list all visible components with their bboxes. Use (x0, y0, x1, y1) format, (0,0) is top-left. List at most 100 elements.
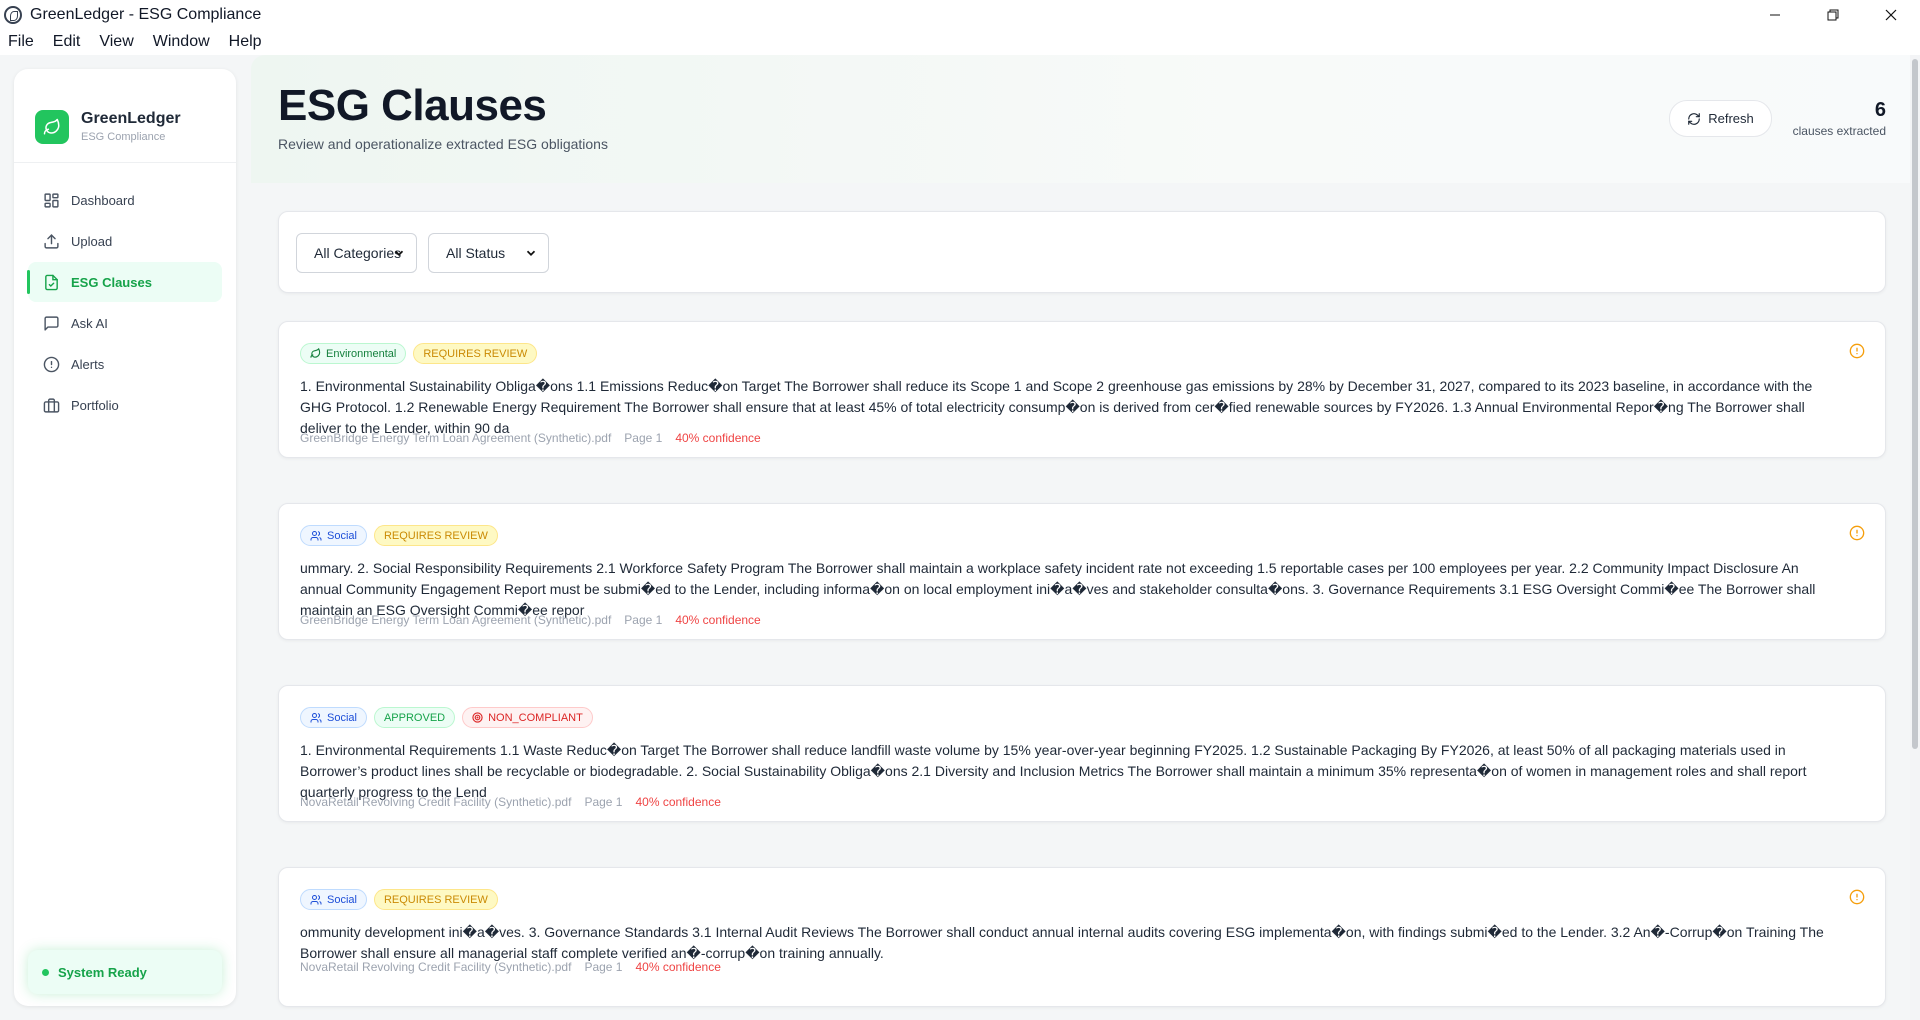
clause-card[interactable]: Social REQUIRES REVIEW ommunity developm… (278, 867, 1886, 1007)
category-label: Environmental (326, 347, 397, 360)
alert-circle-icon[interactable] (1849, 525, 1865, 541)
clause-count-value: 6 (1874, 99, 1886, 121)
review-status-badge: REQUIRES REVIEW (373, 889, 498, 910)
confidence-score: 40% confidence (635, 795, 721, 809)
menu-window[interactable]: Window (153, 33, 210, 51)
category-badge: Social (300, 889, 367, 910)
sidebar-item-label: Dashboard (71, 192, 135, 208)
system-status-label: System Ready (58, 964, 147, 980)
sidebar-item-ask-ai[interactable]: Ask AI (28, 303, 222, 343)
menu-edit[interactable]: Edit (53, 33, 81, 51)
page-header: ESG Clauses Review and operationalize ex… (251, 55, 1920, 183)
clause-card[interactable]: Social REQUIRES REVIEW ummary. 2. Social… (278, 503, 1886, 640)
restore-icon (1827, 9, 1839, 20)
chat-icon (44, 315, 59, 331)
app-icon (4, 5, 22, 24)
upload-icon (44, 233, 59, 249)
category-badge: Environmental (300, 343, 407, 364)
window-titlebar: GreenLedger - ESG Compliance (0, 0, 1920, 29)
leaf-icon (310, 348, 321, 358)
sidebar-item-dashboard[interactable]: Dashboard (28, 180, 222, 220)
confidence-score: 40% confidence (635, 960, 721, 974)
compliance-badge: NON_COMPLIANT (462, 707, 593, 728)
page-subtitle: Review and operationalize extracted ESG … (278, 136, 608, 152)
sidebar-item-label: Ask AI (71, 315, 108, 331)
confidence-score: 40% confidence (675, 431, 761, 445)
sidebar-item-upload[interactable]: Upload (28, 221, 222, 261)
status-filter-value: All Status (446, 245, 506, 261)
clause-text: ommunity development ini�a�ves. 3. Gover… (300, 924, 1824, 961)
grid-icon (44, 192, 59, 208)
sidebar: GreenLedger ESG Compliance Dashboard Upl… (14, 69, 236, 1006)
window-controls (1746, 0, 1920, 29)
minimize-button[interactable] (1746, 0, 1804, 29)
users-icon (310, 894, 322, 904)
clause-meta: GreenBridge Energy Term Loan Agreement (… (300, 431, 774, 445)
target-icon (472, 712, 483, 723)
sidebar-item-portfolio[interactable]: Portfolio (28, 385, 222, 425)
page-number: Page 1 (624, 613, 663, 627)
clause-count-label: clauses extracted (1792, 124, 1886, 138)
category-label: Social (327, 529, 357, 542)
category-label: Social (327, 711, 357, 724)
alert-circle-icon (43, 356, 60, 372)
alert-circle-icon[interactable] (1849, 343, 1865, 359)
page-number: Page 1 (624, 431, 663, 445)
category-badge: Social (300, 707, 367, 728)
sidebar-item-label: Portfolio (71, 397, 119, 413)
brand-name: GreenLedger (81, 110, 181, 127)
page-number: Page 1 (584, 795, 623, 809)
sidebar-item-label: ESG Clauses (71, 274, 152, 290)
menu-view[interactable]: View (99, 33, 133, 51)
close-icon (1885, 9, 1897, 20)
category-filter-value: All Categories (314, 245, 402, 261)
page-number: Page 1 (584, 960, 623, 974)
refresh-button[interactable]: Refresh (1669, 100, 1772, 137)
menu-bar: File Edit View Window Help (0, 29, 1920, 55)
category-label: Social (327, 893, 357, 906)
brand-subtitle: ESG Compliance (81, 131, 166, 143)
alert-circle-icon[interactable] (1849, 889, 1865, 905)
source-document: NovaRetail Revolving Credit Facility (Sy… (300, 795, 572, 809)
page-title: ESG Clauses (278, 81, 547, 130)
confidence-score: 40% confidence (675, 613, 761, 627)
status-filter-select[interactable]: All Status (428, 233, 549, 273)
source-document: GreenBridge Energy Term Loan Agreement (… (300, 613, 612, 627)
sidebar-item-label: Alerts (71, 356, 105, 372)
briefcase-icon (43, 397, 60, 413)
leaf-logo-icon (35, 109, 69, 144)
clause-meta: NovaRetail Revolving Credit Facility (Sy… (300, 795, 734, 809)
system-status: System Ready (28, 950, 222, 994)
users-icon (310, 712, 322, 722)
main-content: ESG Clauses Review and operationalize ex… (251, 55, 1920, 1020)
source-document: GreenBridge Energy Term Loan Agreement (… (300, 431, 612, 445)
clause-text: 1. Environmental Requirements 1.1 Waste … (300, 742, 1807, 800)
menu-file[interactable]: File (8, 33, 34, 51)
clause-card[interactable]: Environmental REQUIRES REVIEW 1. Environ… (278, 321, 1886, 458)
sidebar-item-esg-clauses[interactable]: ESG Clauses (27, 262, 222, 302)
brand: GreenLedger ESG Compliance (14, 69, 236, 163)
sidebar-nav: Dashboard Upload ESG Clauses Ask AI Aler… (14, 163, 236, 425)
window-title: GreenLedger - ESG Compliance (30, 5, 262, 23)
refresh-label: Refresh (1708, 111, 1754, 126)
restore-button[interactable] (1804, 0, 1862, 29)
clause-meta: GreenBridge Energy Term Loan Agreement (… (300, 613, 774, 627)
menu-help[interactable]: Help (229, 33, 262, 51)
scrollbar[interactable] (1910, 55, 1920, 1020)
compliance-label: NON_COMPLIANT (488, 711, 583, 724)
close-button[interactable] (1862, 0, 1920, 29)
review-status-badge: REQUIRES REVIEW (413, 343, 538, 364)
document-icon (45, 274, 58, 290)
minimize-icon (1770, 14, 1780, 15)
category-badge: Social (300, 525, 367, 546)
review-status-badge: APPROVED (373, 707, 456, 728)
clause-card[interactable]: Social APPROVED NON_COMPLIANT 1. Environ… (278, 685, 1886, 822)
category-filter-select[interactable]: All Categories (296, 233, 417, 273)
sidebar-item-alerts[interactable]: Alerts (28, 344, 222, 384)
clause-count: 6 clauses extracted (1793, 99, 1886, 138)
clause-meta: NovaRetail Revolving Credit Facility (Sy… (300, 960, 734, 974)
scrollbar-thumb[interactable] (1912, 59, 1918, 749)
clause-text: 1. Environmental Sustainability Obliga�o… (300, 378, 1813, 436)
sidebar-item-label: Upload (71, 233, 113, 249)
clause-text: ummary. 2. Social Responsibility Require… (300, 560, 1816, 618)
